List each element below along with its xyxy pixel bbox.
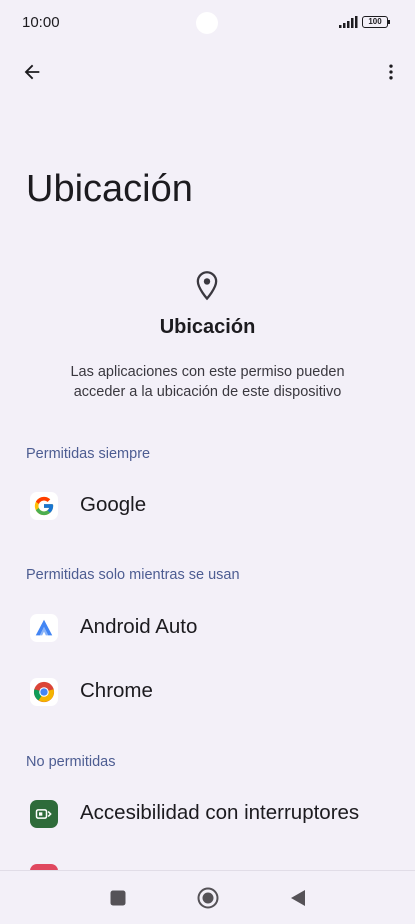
battery-level: 100 <box>362 16 388 28</box>
signal-icon <box>339 16 358 28</box>
google-icon <box>30 492 58 520</box>
app-bar <box>0 50 415 94</box>
camera-cutout <box>196 12 218 34</box>
recents-icon <box>110 890 126 906</box>
chrome-icon <box>30 678 58 706</box>
app-label: Android Auto <box>80 615 198 638</box>
app-row-switch-access[interactable]: Accesibilidad con interruptores <box>0 784 415 844</box>
app-label: Chrome <box>80 679 153 702</box>
location-pin-icon <box>196 271 218 301</box>
switch-access-icon <box>30 800 58 828</box>
status-bar: 10:00 100 <box>0 0 415 44</box>
more-vert-icon <box>389 64 393 80</box>
app-label: Google <box>80 493 147 516</box>
back-nav-button[interactable] <box>283 883 313 913</box>
battery-icon: 100 <box>362 16 390 28</box>
android-auto-icon <box>30 614 58 642</box>
home-button[interactable] <box>193 883 223 913</box>
more-options-button[interactable] <box>375 56 407 88</box>
section-header-while-using: Permitidas solo mientras se usan <box>26 567 240 583</box>
section-header-denied: No permitidas <box>26 754 116 770</box>
back-triangle-icon <box>291 890 305 906</box>
header-title: Ubicación <box>159 316 256 338</box>
recents-button[interactable] <box>103 883 133 913</box>
section-header-always: Permitidas siempre <box>26 446 151 462</box>
app-row-android-auto[interactable]: Android Auto <box>0 598 415 658</box>
home-icon <box>197 887 219 909</box>
back-button[interactable] <box>16 56 48 88</box>
status-time: 10:00 <box>22 14 60 31</box>
app-row-chrome[interactable]: Chrome <box>0 662 415 722</box>
navigation-bar <box>0 870 415 924</box>
header-description: Las aplicaciones con este permiso pueden… <box>70 364 345 400</box>
app-label: Accesibilidad con interruptores <box>80 801 360 824</box>
arrow-back-icon <box>24 64 40 80</box>
app-row-google[interactable]: Google <box>0 476 415 536</box>
page-title: Ubicación <box>26 168 193 210</box>
